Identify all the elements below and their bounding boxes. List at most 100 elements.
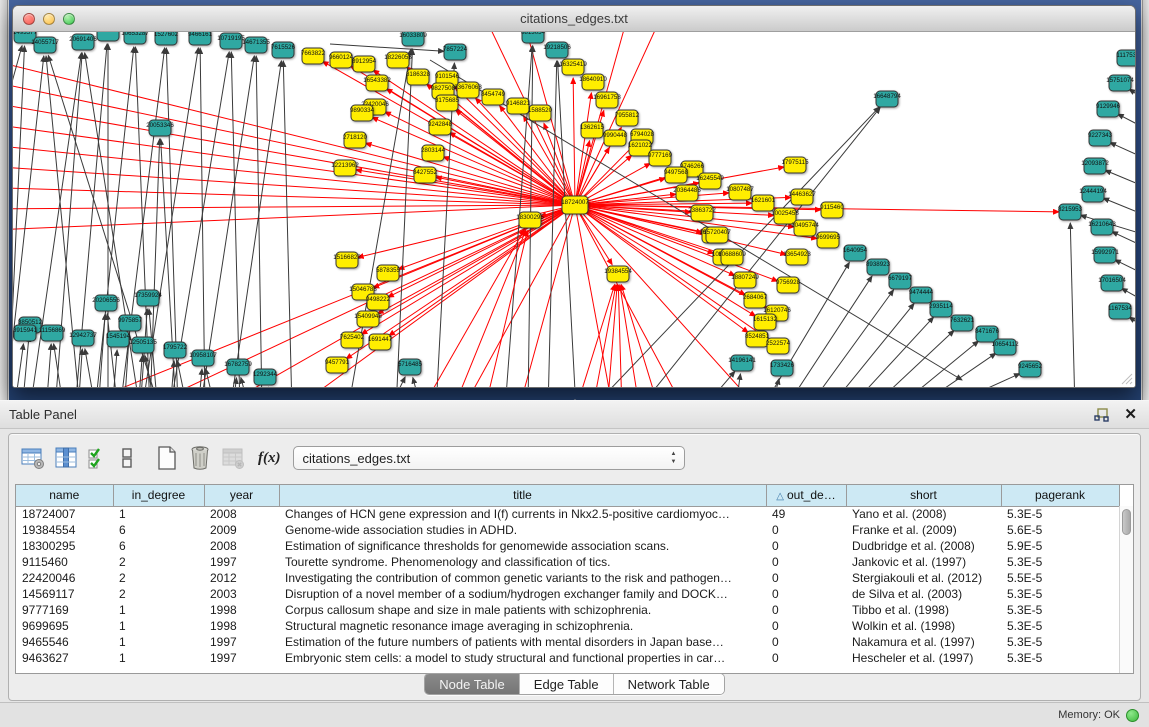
- table-scrollbar-thumb[interactable]: [1122, 509, 1131, 535]
- graph-node-1588520[interactable]: 1588520: [528, 105, 553, 121]
- graph-node-20364486[interactable]: 20364486: [673, 185, 701, 201]
- graph-node-8454749[interactable]: 8454749: [481, 89, 506, 105]
- graph-node-10688609[interactable]: 10688609: [718, 249, 746, 265]
- graph-node-16325419[interactable]: 16325419: [559, 59, 587, 75]
- graph-node-5878355[interactable]: 5878355: [376, 265, 401, 281]
- graph-node-9990448[interactable]: 9990448: [603, 130, 628, 146]
- window-titlebar[interactable]: citations_edges.txt: [13, 6, 1135, 32]
- table-settings-icon[interactable]: [19, 444, 47, 472]
- column-header-short[interactable]: short: [846, 485, 1001, 506]
- graph-node-20053346[interactable]: 20053346: [146, 120, 174, 136]
- graph-node-9466161[interactable]: 9466161: [188, 32, 213, 45]
- column-visibility-icon[interactable]: [52, 444, 80, 472]
- graph-node-12213962[interactable]: 12213962: [331, 160, 359, 176]
- graph-node-13654923[interactable]: 13654923: [783, 249, 811, 265]
- graph-node-9146821[interactable]: 9146821: [506, 98, 531, 114]
- graph-node-10654112[interactable]: 10654112: [991, 339, 1019, 355]
- graph-node-1117534[interactable]: 1117534: [1116, 50, 1135, 66]
- column-header-pagerank[interactable]: pagerank: [1001, 485, 1119, 506]
- graph-node-9660124[interactable]: 9660124: [329, 52, 354, 68]
- graph-node-18226058[interactable]: 18226058: [384, 52, 412, 68]
- graph-node-10653287[interactable]: 10653287: [121, 32, 149, 44]
- graph-node-9497568[interactable]: 9497568: [664, 167, 689, 183]
- graph-node-12444194[interactable]: 12444194: [1079, 186, 1107, 202]
- graph-node-20206556[interactable]: 20206556: [92, 295, 120, 311]
- graph-node-10958107[interactable]: 10958107: [189, 350, 217, 366]
- table-row[interactable]: 946554611997Estimation of the future num…: [16, 634, 1119, 650]
- table-row[interactable]: 1830029562008Estimation of significance …: [16, 538, 1119, 554]
- graph-node-18300295[interactable]: 18300295: [516, 212, 544, 228]
- graph-node-1292344[interactable]: 1292344: [253, 369, 278, 385]
- graph-node-16782759[interactable]: 16782759: [224, 359, 252, 375]
- graph-node-11156869[interactable]: 11156869: [39, 325, 66, 341]
- graph-node-9890334[interactable]: 9890334: [350, 105, 375, 121]
- graph-node-1167534[interactable]: 1167534: [1108, 303, 1132, 319]
- graph-node-9115460[interactable]: 9115460: [820, 202, 844, 218]
- column-header-in_degree[interactable]: in_degree: [113, 485, 204, 506]
- graph-node-9756928[interactable]: 9756928: [776, 277, 801, 293]
- graph-node-16961758[interactable]: 16961758: [593, 92, 621, 108]
- graph-node-1640954[interactable]: 1640954: [843, 245, 868, 261]
- graph-node-9474444[interactable]: 9474444: [909, 287, 934, 303]
- graph-node-9699695[interactable]: 9699695: [816, 232, 841, 248]
- graph-node-1621601[interactable]: 1621601: [751, 195, 776, 211]
- graph-node-12942737[interactable]: 12942737: [69, 330, 97, 346]
- graph-node-18724007[interactable]: 18724007: [561, 196, 589, 214]
- graph-node-12505135[interactable]: 12505135: [129, 337, 157, 353]
- graph-node-14055717[interactable]: 14055717: [31, 37, 59, 53]
- graph-node-2803144[interactable]: 2803144: [421, 145, 446, 161]
- tab-node-table[interactable]: Node Table: [425, 674, 520, 694]
- column-header-title[interactable]: title: [279, 485, 766, 506]
- table-scrollbar[interactable]: [1119, 506, 1133, 673]
- graph-node-9498222[interactable]: 9498222: [366, 294, 391, 310]
- graph-node-16648794[interactable]: 16648794: [873, 91, 901, 107]
- graph-node-15166822[interactable]: 15166822: [333, 252, 361, 268]
- tab-network-table[interactable]: Network Table: [614, 674, 724, 694]
- memory-status-icon[interactable]: [1126, 709, 1139, 722]
- graph-node-8912954[interactable]: 8912954: [352, 56, 377, 72]
- function-builder-icon[interactable]: f(x): [258, 450, 281, 467]
- window-resize-grip[interactable]: [1119, 371, 1133, 385]
- graph-node-3915941[interactable]: 3915941: [13, 325, 38, 341]
- graph-node-14196141[interactable]: 14196141: [728, 355, 756, 371]
- graph-node-8186328[interactable]: 8186328: [406, 69, 431, 85]
- graph-node-17975115[interactable]: 17975115: [781, 157, 809, 173]
- table-row[interactable]: 1872400712008Changes of HCN gene express…: [16, 506, 1119, 522]
- graph-node-9777169[interactable]: 9777169: [648, 150, 673, 166]
- delete-column-icon[interactable]: [186, 444, 214, 472]
- graph-node-2935114[interactable]: 2935114: [929, 301, 953, 317]
- graph-node-18807249[interactable]: 18807249: [731, 272, 759, 288]
- table-row[interactable]: 946362711997Embryonic stem cells: a mode…: [16, 650, 1119, 666]
- graph-node-19218506[interactable]: 19218506: [543, 42, 571, 58]
- column-header-year[interactable]: year: [204, 485, 279, 506]
- close-panel-icon[interactable]: ✕: [1124, 408, 1137, 422]
- graph-node-2522574[interactable]: 2522574: [766, 338, 791, 354]
- graph-node-9975857[interactable]: 9975857: [118, 315, 143, 331]
- graph-node-7663822[interactable]: 7663822: [301, 48, 326, 64]
- graph-node-7955812[interactable]: 7955812: [615, 110, 640, 126]
- graph-node-10719195[interactable]: 10719195: [217, 33, 245, 49]
- graph-node-14671355[interactable]: 14671355: [242, 37, 270, 53]
- graph-node-15409948[interactable]: 15409948: [354, 311, 382, 327]
- graph-node-16033809[interactable]: 16033809: [399, 32, 427, 46]
- graph-node-7615526[interactable]: 7615526: [271, 42, 296, 58]
- graph-node-2293719[interactable]: 2293719: [96, 32, 121, 41]
- graph-node-9245652[interactable]: 9245652: [1018, 361, 1043, 377]
- graph-node-9227343[interactable]: 9227343: [1088, 130, 1113, 146]
- graph-node-14463627[interactable]: 14463627: [788, 189, 816, 205]
- row-checks-icon[interactable]: [85, 444, 113, 472]
- graph-node-23863722[interactable]: 23863722: [688, 205, 716, 221]
- graph-node-1615132[interactable]: 1615132: [753, 314, 778, 330]
- column-header-name[interactable]: name: [16, 485, 113, 506]
- graph-node-23676068[interactable]: 23676068: [454, 82, 482, 98]
- graph-node-1733426[interactable]: 1733426: [770, 360, 795, 376]
- graph-node-7857224[interactable]: 7857224: [443, 44, 468, 60]
- cell-pair-icon[interactable]: [118, 444, 138, 472]
- graph-node-8813054[interactable]: 8813054: [521, 32, 546, 43]
- table-row[interactable]: 969969511998Structural magnetic resonanc…: [16, 618, 1119, 634]
- graph-node-8215953[interactable]: 8215953: [1058, 204, 1083, 220]
- table-row[interactable]: 1456911722003Disruption of a novel membe…: [16, 586, 1119, 602]
- graph-node-15992971[interactable]: 15992971: [1091, 247, 1119, 263]
- graph-node-9242848[interactable]: 9242848: [428, 119, 453, 135]
- column-header-out_de[interactable]: △out_de…: [766, 485, 846, 506]
